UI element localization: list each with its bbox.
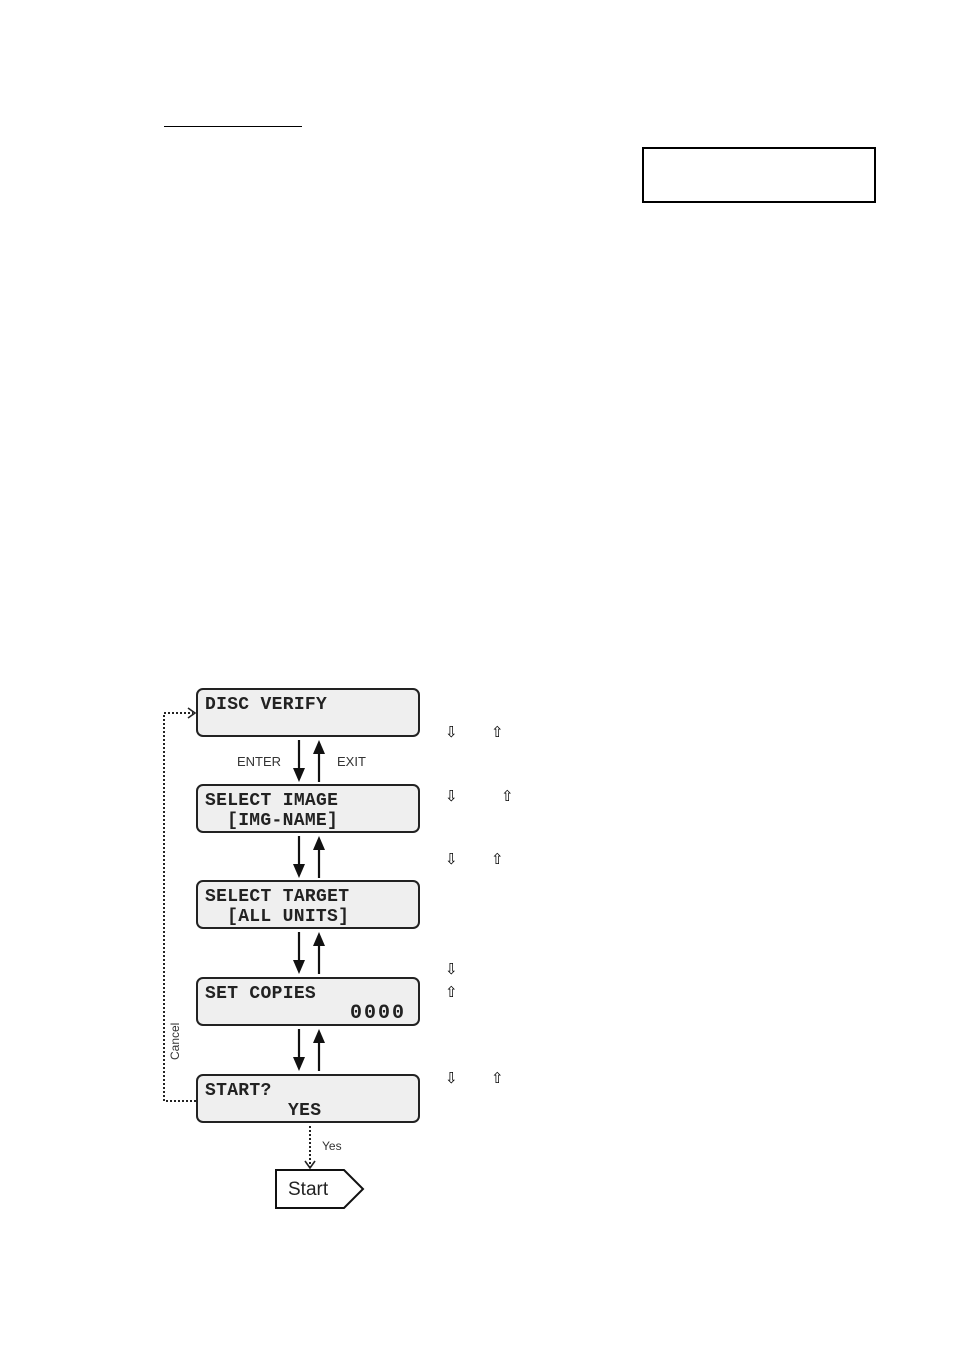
exit-label: EXIT [337,754,366,769]
transition-2-3 [293,836,325,878]
transition-enter-exit [293,740,325,782]
up-arrow-key-icon: ⇧ [445,983,458,1001]
down-arrow-key-icon: ⇩ [445,723,458,741]
cancel-label: Cancel [168,1022,182,1060]
lcd-screen-select-image: SELECT IMAGE [IMG-NAME] [196,784,420,833]
up-arrowhead [313,836,325,850]
flow-diagram [163,707,365,1209]
down-arrow-key-icon: ⇩ [445,787,458,805]
down-arrowhead [293,1057,305,1071]
down-arrowhead [293,864,305,878]
up-arrow-key-icon: ⇧ [491,1069,504,1087]
lcd-line-1: START? [205,1081,272,1101]
down-arrowhead [293,960,305,974]
lcd-line-2: [ALL UNITS] [216,907,350,927]
down-arrow-key-icon: ⇩ [445,1069,458,1087]
lcd-screen-start-confirm: START? YES [196,1074,420,1123]
down-arrow-key-icon: ⇩ [445,850,458,868]
enter-label: ENTER [237,754,282,769]
lcd-line-1: SET COPIES [205,984,317,1004]
lcd-screen-set-copies: SET COPIES 0000 [196,977,420,1026]
lcd-screen-select-target: SELECT TARGET [ALL UNITS] [196,880,420,929]
lcd-line-1: SELECT IMAGE [205,791,339,811]
up-arrow-key-icon: ⇧ [491,850,504,868]
exit-arrowhead [313,740,325,754]
lcd-screen-disc-verify: DISC VERIFY [196,688,420,737]
up-arrowhead [313,932,325,946]
start-terminal-label: Start [288,1179,329,1200]
down-arrow-key-icon: ⇩ [445,960,458,978]
lcd-line-2: [IMG-NAME] [216,811,339,831]
lcd-line-2: YES [288,1101,322,1121]
lcd-line-1: DISC VERIFY [205,695,328,715]
up-arrow-key-icon: ⇧ [491,723,504,741]
enter-arrowhead [293,768,305,782]
yes-label: Yes [322,1139,342,1153]
transition-4-5 [293,1029,325,1071]
lcd-line-2: 0000 [349,1002,406,1025]
up-arrow-key-icon: ⇧ [501,787,514,805]
lcd-line-1: SELECT TARGET [205,887,350,907]
up-arrowhead [313,1029,325,1043]
transition-3-4 [293,932,325,974]
